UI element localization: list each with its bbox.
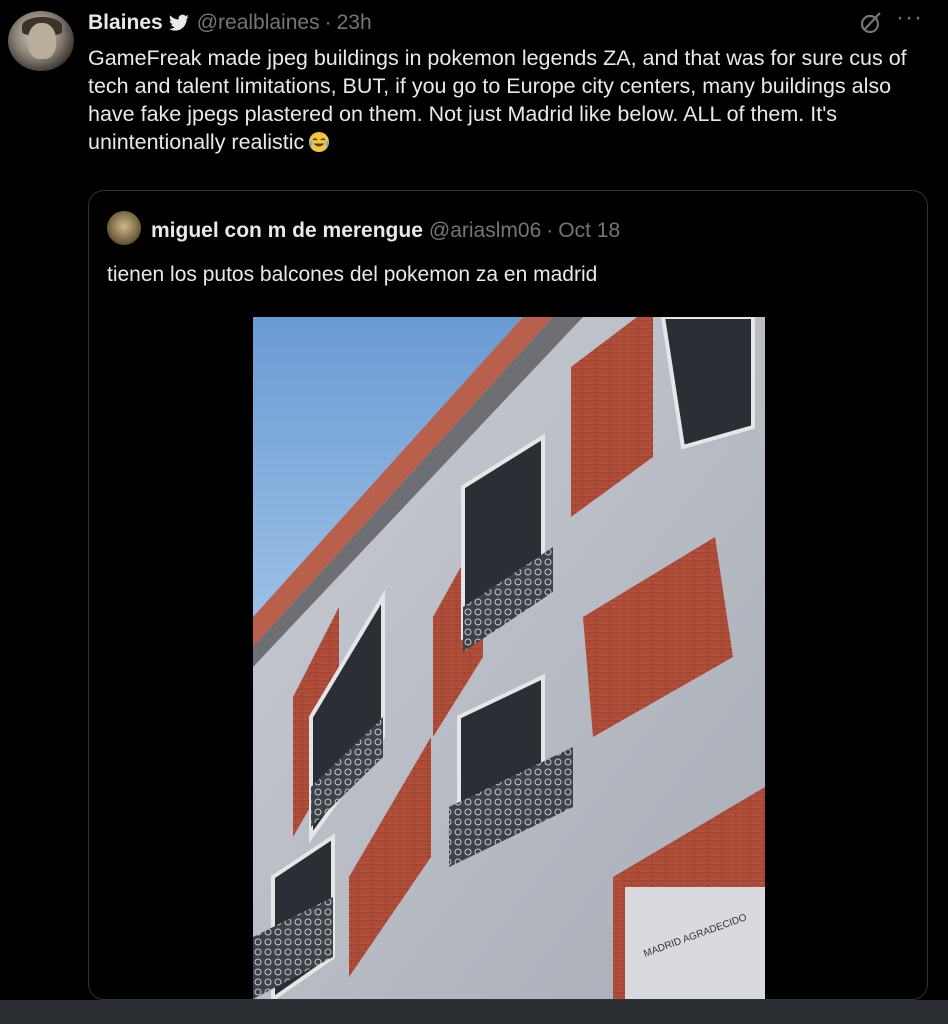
quoted-author-handle[interactable]: @ariaslm06 bbox=[429, 219, 541, 243]
quoted-tweet[interactable]: miguel con m de merengue @ariaslm06 · Oc… bbox=[88, 190, 928, 1000]
tweet-time[interactable]: 23h bbox=[337, 11, 372, 35]
tweet-text-content: GameFreak made jpeg buildings in pokemon… bbox=[88, 46, 907, 154]
author-avatar[interactable] bbox=[8, 11, 74, 71]
quoted-author-avatar[interactable] bbox=[107, 211, 141, 245]
quoted-separator-dot: · bbox=[546, 219, 554, 242]
separator-dot: · bbox=[324, 11, 332, 34]
quoted-author-name[interactable]: miguel con m de merengue bbox=[151, 219, 423, 243]
bird-icon bbox=[168, 14, 189, 31]
more-options-icon[interactable]: ··· bbox=[896, 4, 923, 32]
quoted-tweet-header: miguel con m de merengue @ariaslm06 · Oc… bbox=[151, 217, 620, 245]
tweet-text: GameFreak made jpeg buildings in pokemon… bbox=[88, 44, 928, 156]
quoted-tweet-date[interactable]: Oct 18 bbox=[558, 219, 620, 243]
tweet-header: Blaines @realblaines · 23h bbox=[88, 8, 372, 38]
grok-icon[interactable] bbox=[858, 10, 884, 36]
author-handle[interactable]: @realblaines bbox=[197, 11, 320, 35]
bottom-bar bbox=[0, 1000, 948, 1024]
tweet: Blaines @realblaines · 23h ··· GameFreak… bbox=[0, 0, 948, 1000]
face-with-tears-of-joy-icon bbox=[309, 132, 330, 152]
building-photo[interactable]: MADRID AGRADECIDO bbox=[253, 317, 765, 999]
quoted-tweet-text: tienen los putos balcones del pokemon za… bbox=[107, 263, 598, 286]
author-name[interactable]: Blaines bbox=[88, 11, 163, 35]
